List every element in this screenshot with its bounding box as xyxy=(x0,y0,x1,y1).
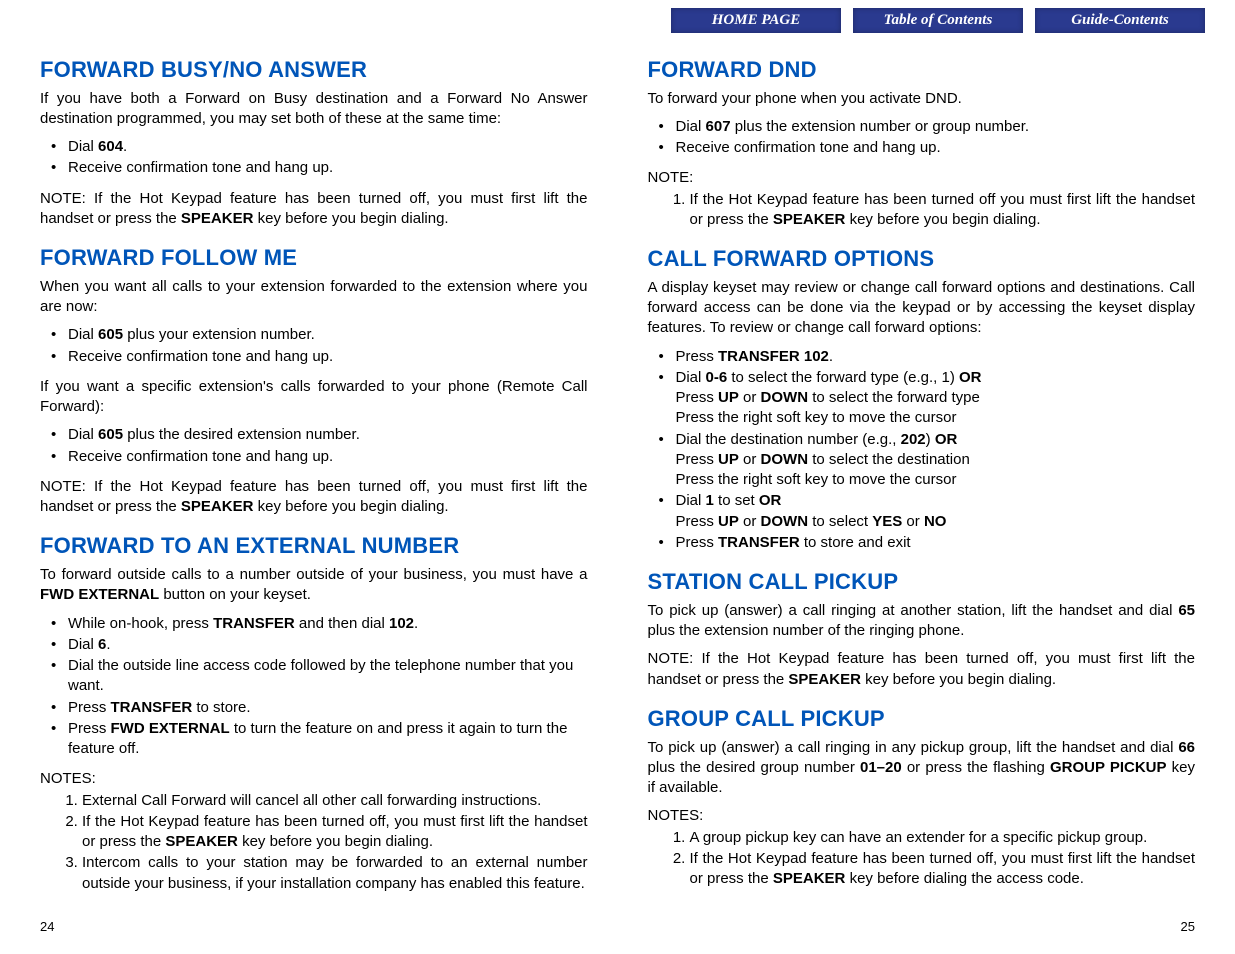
left-page: FORWARD BUSY/NO ANSWER If you have both … xyxy=(40,55,588,904)
note: NOTE: If the Hot Keypad feature has been… xyxy=(40,189,588,230)
bullet-list: Press TRANSFER 102. Dial 0-6 to select t… xyxy=(648,347,1196,554)
list-item: Receive confirmation tone and hang up. xyxy=(68,447,588,467)
note-label: NOTE: xyxy=(648,168,1196,188)
heading-forward-busy-no-answer: FORWARD BUSY/NO ANSWER xyxy=(40,55,588,85)
paragraph: To pick up (answer) a call ringing in an… xyxy=(648,738,1196,799)
list-item: While on-hook, press TRANSFER and then d… xyxy=(68,614,588,634)
list-item: Press FWD EXTERNAL to turn the feature o… xyxy=(68,719,588,760)
list-item: Dial the outside line access code follow… xyxy=(68,656,588,697)
nav-bar: HOME PAGE Table of Contents Guide-Conten… xyxy=(671,8,1205,33)
guide-contents-button[interactable]: Guide-Contents xyxy=(1035,8,1205,33)
paragraph: If you have both a Forward on Busy desti… xyxy=(40,89,588,130)
list-item: Dial 604. xyxy=(68,137,588,157)
list-item: Receive confirmation tone and hang up. xyxy=(676,138,1196,158)
home-page-button[interactable]: HOME PAGE xyxy=(671,8,841,33)
bullet-list: While on-hook, press TRANSFER and then d… xyxy=(40,614,588,760)
list-item: External Call Forward will cancel all ot… xyxy=(82,791,588,811)
heading-forward-dnd: FORWARD DND xyxy=(648,55,1196,85)
heading-station-call-pickup: STATION CALL PICKUP xyxy=(648,567,1196,597)
page-spread: FORWARD BUSY/NO ANSWER If you have both … xyxy=(0,0,1235,944)
heading-forward-follow-me: FORWARD FOLLOW ME xyxy=(40,243,588,273)
heading-group-call-pickup: GROUP CALL PICKUP xyxy=(648,704,1196,734)
numbered-list: External Call Forward will cancel all ot… xyxy=(40,791,588,894)
list-item: Dial 1 to set ORPress UP or DOWN to sele… xyxy=(676,491,1196,532)
list-item: Receive confirmation tone and hang up. xyxy=(68,158,588,178)
list-item: Dial 0-6 to select the forward type (e.g… xyxy=(676,368,1196,429)
table-of-contents-button[interactable]: Table of Contents xyxy=(853,8,1023,33)
paragraph: To forward outside calls to a number out… xyxy=(40,565,588,606)
list-item: Dial 6. xyxy=(68,635,588,655)
numbered-list: A group pickup key can have an extender … xyxy=(648,828,1196,890)
notes-label: NOTES: xyxy=(40,769,588,789)
paragraph: A display keyset may review or change ca… xyxy=(648,278,1196,339)
list-item: Dial 605 plus your extension number. xyxy=(68,325,588,345)
bullet-list: Dial 604. Receive confirmation tone and … xyxy=(40,137,588,179)
heading-forward-external: FORWARD TO AN EXTERNAL NUMBER xyxy=(40,531,588,561)
list-item: Dial 607 plus the extension number or gr… xyxy=(676,117,1196,137)
list-item: A group pickup key can have an extender … xyxy=(690,828,1196,848)
list-item: If the Hot Keypad feature has been turne… xyxy=(690,190,1196,231)
list-item: Receive confirmation tone and hang up. xyxy=(68,347,588,367)
list-item: Dial 605 plus the desired extension numb… xyxy=(68,425,588,445)
paragraph: When you want all calls to your extensio… xyxy=(40,277,588,318)
note: NOTE: If the Hot Keypad feature has been… xyxy=(40,477,588,518)
list-item: Press TRANSFER 102. xyxy=(676,347,1196,367)
page-number-right: 25 xyxy=(1181,919,1195,934)
list-item: If the Hot Keypad feature has been turne… xyxy=(82,812,588,853)
bullet-list: Dial 605 plus your extension number. Rec… xyxy=(40,325,588,367)
page-number-left: 24 xyxy=(40,919,54,934)
paragraph: To pick up (answer) a call ringing at an… xyxy=(648,601,1196,642)
list-item: Press TRANSFER to store and exit xyxy=(676,533,1196,553)
paragraph: To forward your phone when you activate … xyxy=(648,89,1196,109)
paragraph: If you want a specific extension's calls… xyxy=(40,377,588,418)
note: NOTE: If the Hot Keypad feature has been… xyxy=(648,649,1196,690)
bullet-list: Dial 605 plus the desired extension numb… xyxy=(40,425,588,467)
list-item: Press TRANSFER to store. xyxy=(68,698,588,718)
list-item: Intercom calls to your station may be fo… xyxy=(82,853,588,894)
heading-call-forward-options: CALL FORWARD OPTIONS xyxy=(648,244,1196,274)
right-page: FORWARD DND To forward your phone when y… xyxy=(648,55,1196,904)
numbered-list: If the Hot Keypad feature has been turne… xyxy=(648,190,1196,231)
bullet-list: Dial 607 plus the extension number or gr… xyxy=(648,117,1196,159)
notes-label: NOTES: xyxy=(648,806,1196,826)
list-item: Dial the destination number (e.g., 202) … xyxy=(676,430,1196,491)
list-item: If the Hot Keypad feature has been turne… xyxy=(690,849,1196,890)
